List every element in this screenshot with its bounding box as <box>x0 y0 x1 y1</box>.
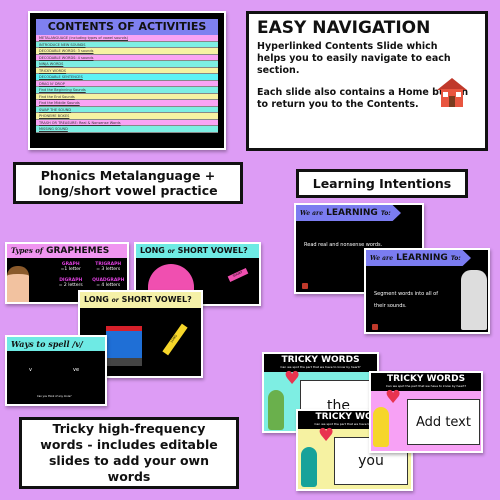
navigation-text-1: Hyperlinked Contents Slide which helps y… <box>257 41 451 76</box>
tricky1-header: TRICKY WORDS Can we spot the part that we… <box>264 354 377 372</box>
vowel2-title-b: SHORT VOWEL? <box>121 295 192 304</box>
home-icon[interactable] <box>302 283 308 289</box>
girl-illustration <box>7 266 29 302</box>
house-icon <box>435 76 469 108</box>
reader-illustration <box>461 270 487 330</box>
vowel2-or: or <box>111 297 119 304</box>
tricky1-sub: Can we spot the part that we have to kno… <box>280 365 361 369</box>
learning-label: Learning Intentions <box>296 169 468 198</box>
navigation-box: EASY NAVIGATION Hyperlinked Contents Sli… <box>246 11 488 151</box>
train-illustration <box>106 326 142 366</box>
vowel2-title-a: LONG <box>84 295 109 304</box>
boy-illustration <box>268 390 284 430</box>
spell-item-v: v <box>29 367 32 373</box>
navigation-title: EASY NAVIGATION <box>257 18 431 38</box>
learning1-to: To: <box>380 210 391 217</box>
contents-title: CONTENTS OF ACTIVITIES <box>36 19 218 35</box>
heart-balloon-icon: ♥ <box>284 368 301 389</box>
learning2-to: To: <box>450 255 461 262</box>
grapheme-item: DIGRAPH = 2 letters <box>52 278 90 288</box>
learning2-text: Segment words into all of their sounds. <box>374 291 438 309</box>
graphemes-grid: GRAPH =1 letter TRIGRAPH = 3 letters DIGRAPH… <box>52 262 127 288</box>
grapheme-item: GRAPH =1 letter <box>52 262 90 272</box>
learning1-title: LEARNING <box>326 208 378 218</box>
girl-illustration <box>301 447 317 487</box>
pencil-long: LONG <box>162 323 188 356</box>
vowel1-title-a: LONG <box>140 246 165 255</box>
home-icon[interactable] <box>372 324 378 330</box>
girl-illustration <box>373 407 389 447</box>
grapheme-item: TRIGRAPH = 3 letters <box>90 262 128 272</box>
spell-footer: Can you think of any more? <box>37 395 72 398</box>
tricky-slide-3: TRICKY WORDS Can we spot the part that we… <box>369 371 483 453</box>
pencil-short: SHORT <box>227 268 249 282</box>
grapheme-desc: = 4 letters <box>96 283 121 288</box>
contents-link[interactable]: MISSING SOUND <box>36 126 218 133</box>
phonics-label: Phonics Metalanguage + long/short vowel … <box>13 162 243 204</box>
vowel1-title-b: SHORT VOWEL? <box>177 246 248 255</box>
spell-slide: Ways to spell /v/ v ve Can you think of … <box>5 335 107 406</box>
tricky3-title: TRICKY WORDS <box>386 374 466 384</box>
vowel2-header: LONG or SHORT VOWEL? <box>80 292 201 308</box>
learning2-script: We are <box>370 255 394 262</box>
contents-slide: CONTENTS OF ACTIVITIES METALANGUAGE (inc… <box>28 11 226 150</box>
vowel1-header: LONG or SHORT VOWEL? <box>136 244 259 258</box>
learning2-title: LEARNING <box>396 253 448 263</box>
heart-balloon-icon: ♥ <box>385 387 402 408</box>
contents-list: METALANGUAGE (including types of vowel s… <box>36 35 218 133</box>
graphemes-title: GRAPHEMES <box>46 246 110 256</box>
grapheme-item: QUADGRAPH = 4 letters <box>90 278 128 288</box>
spell-item-ve: ve <box>73 367 80 373</box>
tricky3-word[interactable]: Add text <box>407 399 480 445</box>
heart-balloon-icon: ♥ <box>318 425 335 446</box>
tricky-label: Tricky high-frequency words - includes e… <box>19 417 239 489</box>
graphemes-script: Types of <box>11 246 43 255</box>
learning2-banner: We are LEARNING To: <box>366 250 471 266</box>
vowel1-or: or <box>167 248 175 255</box>
learning-slide-2: We are LEARNING To: Segment words into a… <box>364 248 490 334</box>
learning1-banner: We are LEARNING To: <box>296 205 401 221</box>
grapheme-desc: = 2 letters <box>58 283 83 288</box>
graphemes-header: Types of GRAPHEMES <box>7 244 127 258</box>
grapheme-desc: =1 letter <box>60 267 81 272</box>
tricky1-title: TRICKY WORDS <box>281 355 360 365</box>
learning1-script: We are <box>300 210 324 217</box>
spell-title: Ways to spell /v/ <box>7 337 105 351</box>
grapheme-desc: = 3 letters <box>96 267 121 272</box>
